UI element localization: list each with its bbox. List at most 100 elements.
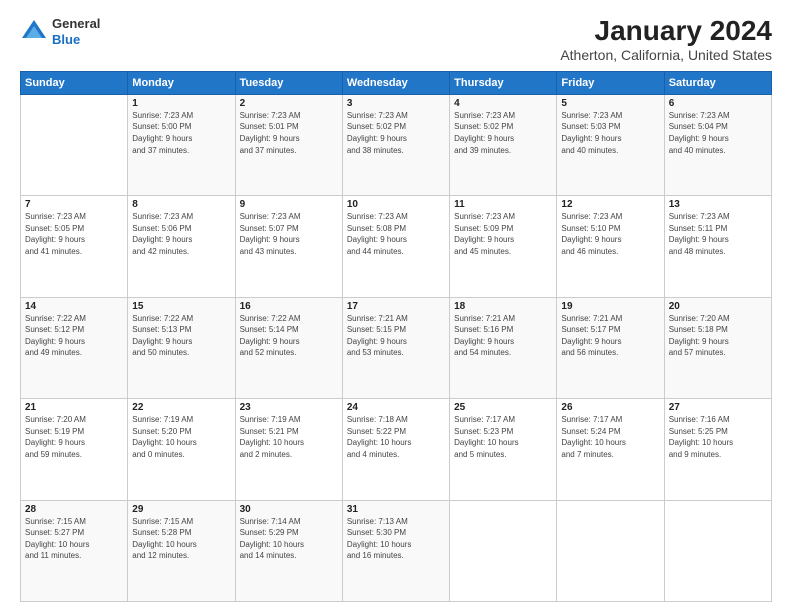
day-number: 6 xyxy=(669,98,767,109)
day-cell: 27Sunrise: 7:16 AM Sunset: 5:25 PM Dayli… xyxy=(664,399,771,500)
day-cell: 11Sunrise: 7:23 AM Sunset: 5:09 PM Dayli… xyxy=(450,196,557,297)
day-cell: 17Sunrise: 7:21 AM Sunset: 5:15 PM Dayli… xyxy=(342,297,449,398)
page: General Blue January 2024 Atherton, Cali… xyxy=(0,0,792,612)
day-number: 4 xyxy=(454,98,552,109)
day-info: Sunrise: 7:23 AM Sunset: 5:04 PM Dayligh… xyxy=(669,110,767,156)
day-cell: 10Sunrise: 7:23 AM Sunset: 5:08 PM Dayli… xyxy=(342,196,449,297)
day-cell: 18Sunrise: 7:21 AM Sunset: 5:16 PM Dayli… xyxy=(450,297,557,398)
day-number: 21 xyxy=(25,402,123,413)
calendar-table: Sunday Monday Tuesday Wednesday Thursday… xyxy=(20,71,772,602)
day-cell: 7Sunrise: 7:23 AM Sunset: 5:05 PM Daylig… xyxy=(21,196,128,297)
day-number: 27 xyxy=(669,402,767,413)
day-number: 2 xyxy=(240,98,338,109)
day-number: 31 xyxy=(347,504,445,515)
day-cell: 12Sunrise: 7:23 AM Sunset: 5:10 PM Dayli… xyxy=(557,196,664,297)
day-info: Sunrise: 7:23 AM Sunset: 5:01 PM Dayligh… xyxy=(240,110,338,156)
col-monday: Monday xyxy=(128,71,235,94)
day-cell: 16Sunrise: 7:22 AM Sunset: 5:14 PM Dayli… xyxy=(235,297,342,398)
day-info: Sunrise: 7:15 AM Sunset: 5:27 PM Dayligh… xyxy=(25,516,123,562)
day-number: 24 xyxy=(347,402,445,413)
day-info: Sunrise: 7:20 AM Sunset: 5:19 PM Dayligh… xyxy=(25,414,123,460)
day-cell: 4Sunrise: 7:23 AM Sunset: 5:02 PM Daylig… xyxy=(450,94,557,195)
day-number: 14 xyxy=(25,301,123,312)
week-row-3: 21Sunrise: 7:20 AM Sunset: 5:19 PM Dayli… xyxy=(21,399,772,500)
day-cell xyxy=(664,500,771,601)
calendar-header: Sunday Monday Tuesday Wednesday Thursday… xyxy=(21,71,772,94)
day-number: 29 xyxy=(132,504,230,515)
day-number: 13 xyxy=(669,199,767,210)
day-number: 9 xyxy=(240,199,338,210)
day-info: Sunrise: 7:15 AM Sunset: 5:28 PM Dayligh… xyxy=(132,516,230,562)
day-cell: 26Sunrise: 7:17 AM Sunset: 5:24 PM Dayli… xyxy=(557,399,664,500)
calendar-subtitle: Atherton, California, United States xyxy=(560,47,772,63)
week-row-0: 1Sunrise: 7:23 AM Sunset: 5:00 PM Daylig… xyxy=(21,94,772,195)
day-cell: 19Sunrise: 7:21 AM Sunset: 5:17 PM Dayli… xyxy=(557,297,664,398)
week-row-2: 14Sunrise: 7:22 AM Sunset: 5:12 PM Dayli… xyxy=(21,297,772,398)
day-cell: 2Sunrise: 7:23 AM Sunset: 5:01 PM Daylig… xyxy=(235,94,342,195)
day-info: Sunrise: 7:23 AM Sunset: 5:08 PM Dayligh… xyxy=(347,211,445,257)
day-number: 12 xyxy=(561,199,659,210)
day-number: 26 xyxy=(561,402,659,413)
day-number: 28 xyxy=(25,504,123,515)
day-number: 20 xyxy=(669,301,767,312)
day-cell: 14Sunrise: 7:22 AM Sunset: 5:12 PM Dayli… xyxy=(21,297,128,398)
day-info: Sunrise: 7:19 AM Sunset: 5:21 PM Dayligh… xyxy=(240,414,338,460)
day-number: 15 xyxy=(132,301,230,312)
title-block: January 2024 Atherton, California, Unite… xyxy=(560,16,772,63)
day-info: Sunrise: 7:16 AM Sunset: 5:25 PM Dayligh… xyxy=(669,414,767,460)
day-info: Sunrise: 7:21 AM Sunset: 5:16 PM Dayligh… xyxy=(454,313,552,359)
day-cell: 22Sunrise: 7:19 AM Sunset: 5:20 PM Dayli… xyxy=(128,399,235,500)
header-row: Sunday Monday Tuesday Wednesday Thursday… xyxy=(21,71,772,94)
logo-general: General xyxy=(52,16,100,31)
day-cell: 6Sunrise: 7:23 AM Sunset: 5:04 PM Daylig… xyxy=(664,94,771,195)
day-cell: 30Sunrise: 7:14 AM Sunset: 5:29 PM Dayli… xyxy=(235,500,342,601)
day-cell: 23Sunrise: 7:19 AM Sunset: 5:21 PM Dayli… xyxy=(235,399,342,500)
day-number: 5 xyxy=(561,98,659,109)
day-cell: 28Sunrise: 7:15 AM Sunset: 5:27 PM Dayli… xyxy=(21,500,128,601)
day-number: 3 xyxy=(347,98,445,109)
day-number: 25 xyxy=(454,402,552,413)
day-cell: 25Sunrise: 7:17 AM Sunset: 5:23 PM Dayli… xyxy=(450,399,557,500)
week-row-1: 7Sunrise: 7:23 AM Sunset: 5:05 PM Daylig… xyxy=(21,196,772,297)
day-info: Sunrise: 7:23 AM Sunset: 5:11 PM Dayligh… xyxy=(669,211,767,257)
day-info: Sunrise: 7:23 AM Sunset: 5:09 PM Dayligh… xyxy=(454,211,552,257)
logo: General Blue xyxy=(20,16,100,47)
day-cell: 3Sunrise: 7:23 AM Sunset: 5:02 PM Daylig… xyxy=(342,94,449,195)
col-wednesday: Wednesday xyxy=(342,71,449,94)
day-info: Sunrise: 7:14 AM Sunset: 5:29 PM Dayligh… xyxy=(240,516,338,562)
day-cell: 21Sunrise: 7:20 AM Sunset: 5:19 PM Dayli… xyxy=(21,399,128,500)
day-info: Sunrise: 7:23 AM Sunset: 5:07 PM Dayligh… xyxy=(240,211,338,257)
day-info: Sunrise: 7:22 AM Sunset: 5:12 PM Dayligh… xyxy=(25,313,123,359)
day-info: Sunrise: 7:17 AM Sunset: 5:23 PM Dayligh… xyxy=(454,414,552,460)
week-row-4: 28Sunrise: 7:15 AM Sunset: 5:27 PM Dayli… xyxy=(21,500,772,601)
day-cell: 8Sunrise: 7:23 AM Sunset: 5:06 PM Daylig… xyxy=(128,196,235,297)
day-info: Sunrise: 7:22 AM Sunset: 5:13 PM Dayligh… xyxy=(132,313,230,359)
day-number: 7 xyxy=(25,199,123,210)
col-thursday: Thursday xyxy=(450,71,557,94)
day-cell xyxy=(557,500,664,601)
logo-text: General Blue xyxy=(52,16,100,47)
day-info: Sunrise: 7:23 AM Sunset: 5:03 PM Dayligh… xyxy=(561,110,659,156)
logo-icon xyxy=(20,18,48,46)
day-info: Sunrise: 7:19 AM Sunset: 5:20 PM Dayligh… xyxy=(132,414,230,460)
logo-blue: Blue xyxy=(52,32,80,47)
day-number: 8 xyxy=(132,199,230,210)
day-info: Sunrise: 7:23 AM Sunset: 5:06 PM Dayligh… xyxy=(132,211,230,257)
col-friday: Friday xyxy=(557,71,664,94)
day-cell: 24Sunrise: 7:18 AM Sunset: 5:22 PM Dayli… xyxy=(342,399,449,500)
day-number: 18 xyxy=(454,301,552,312)
day-cell: 5Sunrise: 7:23 AM Sunset: 5:03 PM Daylig… xyxy=(557,94,664,195)
day-cell: 13Sunrise: 7:23 AM Sunset: 5:11 PM Dayli… xyxy=(664,196,771,297)
day-number: 23 xyxy=(240,402,338,413)
day-info: Sunrise: 7:23 AM Sunset: 5:00 PM Dayligh… xyxy=(132,110,230,156)
day-info: Sunrise: 7:20 AM Sunset: 5:18 PM Dayligh… xyxy=(669,313,767,359)
header: General Blue January 2024 Atherton, Cali… xyxy=(20,16,772,63)
day-cell: 20Sunrise: 7:20 AM Sunset: 5:18 PM Dayli… xyxy=(664,297,771,398)
day-cell: 9Sunrise: 7:23 AM Sunset: 5:07 PM Daylig… xyxy=(235,196,342,297)
day-number: 22 xyxy=(132,402,230,413)
day-info: Sunrise: 7:23 AM Sunset: 5:05 PM Dayligh… xyxy=(25,211,123,257)
day-number: 16 xyxy=(240,301,338,312)
day-info: Sunrise: 7:17 AM Sunset: 5:24 PM Dayligh… xyxy=(561,414,659,460)
day-info: Sunrise: 7:13 AM Sunset: 5:30 PM Dayligh… xyxy=(347,516,445,562)
col-saturday: Saturday xyxy=(664,71,771,94)
